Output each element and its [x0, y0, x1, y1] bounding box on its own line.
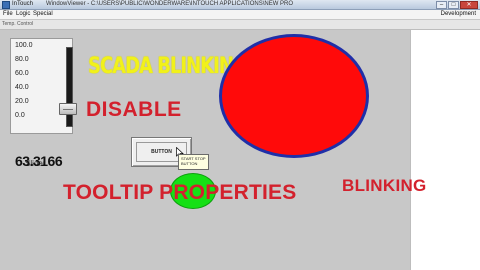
slider-tick-label: 80.0 [15, 56, 29, 63]
menu-item-file[interactable]: File [3, 11, 13, 17]
menu-item-logic[interactable]: Logic [16, 11, 30, 17]
right-blank-area [410, 30, 480, 270]
tooltip-line: BUTTON [181, 161, 198, 166]
minimize-button[interactable]: – [436, 1, 447, 9]
slider-tick-label: 20.0 [15, 98, 29, 105]
slider-panel: 100.0 80.0 60.0 40.0 20.0 0.0 Slider [10, 38, 77, 168]
document-window-label[interactable]: Temp. Control [2, 21, 33, 27]
slider-tick-label: 100.0 [15, 42, 33, 49]
blinking-label: BLINKING [342, 176, 427, 195]
tooltip-properties-label: TOOLTIP PROPERTIES [63, 181, 297, 204]
slider-tick-label: 40.0 [15, 84, 29, 91]
document-bar: Temp. Control [0, 20, 480, 30]
window-path-title: WindowViewer - C:\USERS\PUBLIC\WONDERWAR… [46, 1, 294, 7]
slider-tick-label: 60.0 [15, 70, 29, 77]
window-controls: – □ ✕ [436, 1, 478, 9]
value-readout: 63.3166 [15, 153, 63, 169]
slider-track[interactable] [66, 47, 73, 127]
development-mode-button[interactable]: Development [441, 11, 476, 17]
menu-item-special[interactable]: Special [33, 11, 53, 17]
tooltip-popup: START STOP BUTTON [178, 154, 209, 170]
maximize-button[interactable]: □ [448, 1, 459, 9]
close-button[interactable]: ✕ [460, 1, 478, 9]
window-viewer: InTouch WindowViewer - C:\USERS\PUBLIC\W… [0, 0, 480, 270]
app-title: InTouch [12, 1, 34, 7]
disable-label: DISABLE [86, 98, 182, 121]
red-blinking-circle[interactable] [219, 34, 369, 158]
app-icon [2, 1, 10, 9]
title-bar: InTouch WindowViewer - C:\USERS\PUBLIC\W… [0, 0, 480, 10]
slider-thumb[interactable] [59, 103, 77, 115]
slider-tick-label: 0.0 [15, 112, 25, 119]
menu-bar: File Logic Special Development [0, 10, 480, 20]
